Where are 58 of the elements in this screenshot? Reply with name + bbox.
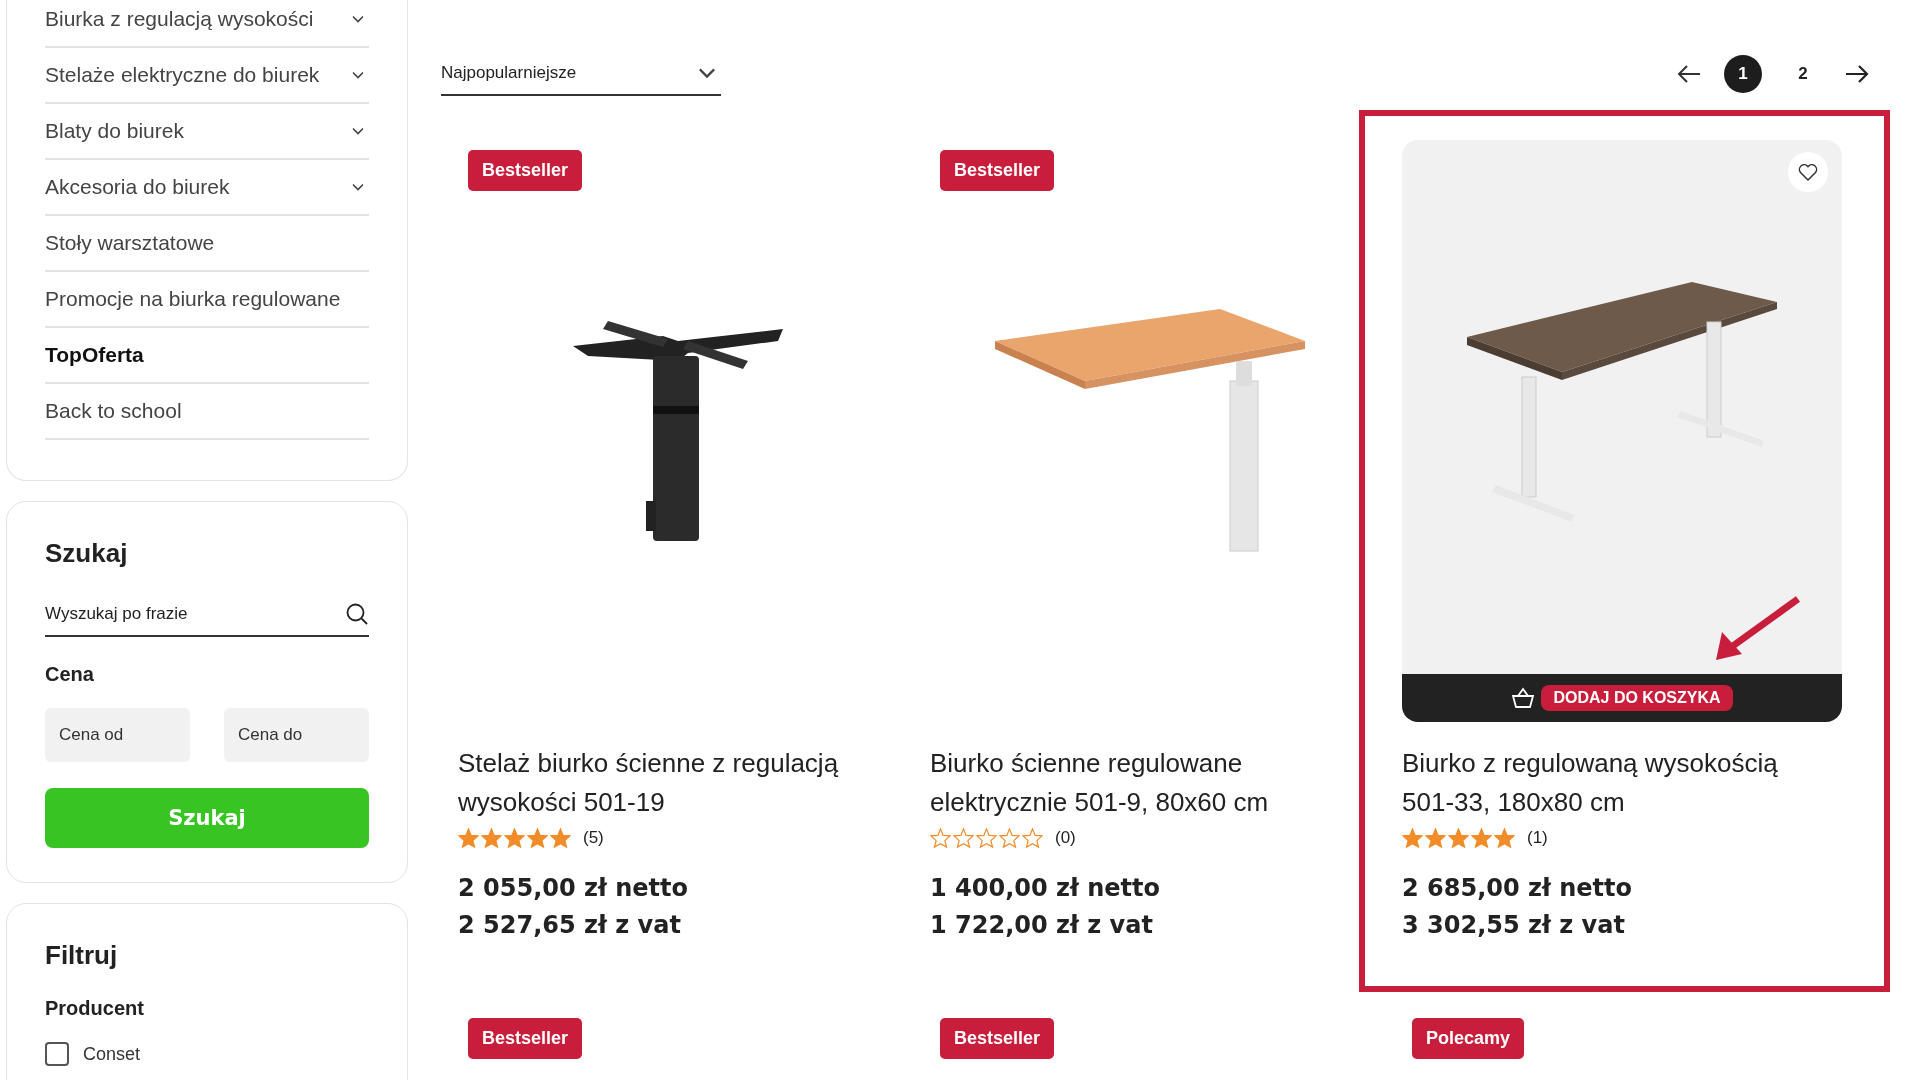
star-icon <box>1425 828 1446 848</box>
price-to-field[interactable]: Cena do <box>224 708 369 762</box>
star-outline-icon <box>999 828 1020 848</box>
review-count: (0) <box>1055 828 1076 848</box>
star-icon <box>527 828 548 848</box>
checkbox[interactable] <box>45 1042 69 1066</box>
page-button[interactable]: 1 <box>1724 55 1762 93</box>
search-field[interactable]: Wyszukaj po frazie <box>45 604 345 624</box>
category-menu-item[interactable]: Biurka z regulacją wysokości <box>45 0 369 48</box>
star-outline-icon <box>976 828 997 848</box>
star-icon <box>1402 828 1423 848</box>
product-image-area[interactable]: DODAJ DO KOSZYKA <box>1402 140 1842 722</box>
page-button[interactable]: 2 <box>1784 55 1822 93</box>
price-label: Cena <box>45 663 95 686</box>
category-menu-item[interactable]: Back to school <box>45 384 369 440</box>
product-title[interactable]: Biurko ścienne regulowane elektrycznie 501-9, 80x60 cm <box>930 744 1330 822</box>
star-outline-icon <box>953 828 974 848</box>
category-menu-item[interactable]: Stoły warsztatowe <box>45 216 369 272</box>
basket-icon[interactable] <box>1511 687 1536 709</box>
add-to-cart-button[interactable]: DODAJ DO KOSZYKA <box>1541 685 1733 711</box>
arrow-right-icon[interactable] <box>1844 64 1870 84</box>
review-count: (1) <box>1527 828 1548 848</box>
star-icon <box>504 828 525 848</box>
net-price: 2 055,00 zł netto <box>458 873 690 904</box>
product-tag: Bestseller <box>940 1018 1055 1059</box>
review-count: (5) <box>583 828 604 848</box>
gross-price: 1 722,00 zł z vat <box>930 910 1154 941</box>
star-icon <box>481 828 502 848</box>
price-from-field[interactable]: Cena od <box>45 708 190 762</box>
star-icon <box>458 828 479 848</box>
star-icon <box>1471 828 1492 848</box>
product-tag: Bestseller <box>468 1018 583 1059</box>
gross-price: 3 302,55 zł z vat <box>1402 910 1626 941</box>
gross-price: 2 527,65 zł z vat <box>458 910 682 941</box>
star-outline-icon <box>1022 828 1043 848</box>
star-icon <box>1494 828 1515 848</box>
search-title: Szukaj <box>45 538 129 569</box>
arrow-left-icon[interactable] <box>1676 64 1702 84</box>
product-tag: Polecamy <box>1412 1018 1525 1059</box>
net-price: 2 685,00 zł netto <box>1402 873 1634 904</box>
manufacturer-label: Producent <box>45 997 145 1020</box>
product-tag: Bestseller <box>468 150 583 191</box>
net-price: 1 400,00 zł netto <box>930 873 1162 904</box>
product-title[interactable]: Stelaż biurko ścienne z regulacją wysokości 501-19 <box>458 744 858 822</box>
product-tag: Bestseller <box>940 150 1055 191</box>
filter-title: Filtruj <box>45 940 119 971</box>
product-title[interactable]: Biurko z regulowaną wysokością 501-33, 180x80 cm <box>1402 744 1802 822</box>
category-menu-item[interactable]: TopOferta <box>45 328 369 384</box>
category-menu-item[interactable]: Blaty do biurek <box>45 104 369 160</box>
star-icon <box>550 828 571 848</box>
category-menu-item[interactable]: Promocje na biurka regulowane <box>45 272 369 328</box>
checkbox-label: Conset <box>83 1043 141 1065</box>
star-icon <box>1448 828 1469 848</box>
star-outline-icon <box>930 828 951 848</box>
category-menu-item[interactable]: Stelaże elektryczne do biurek <box>45 48 369 104</box>
category-menu-item[interactable]: Akcesoria do biurek <box>45 160 369 216</box>
search-icon[interactable] <box>345 602 369 626</box>
sort-dropdown[interactable]: Najpopularniejsze <box>441 52 721 96</box>
